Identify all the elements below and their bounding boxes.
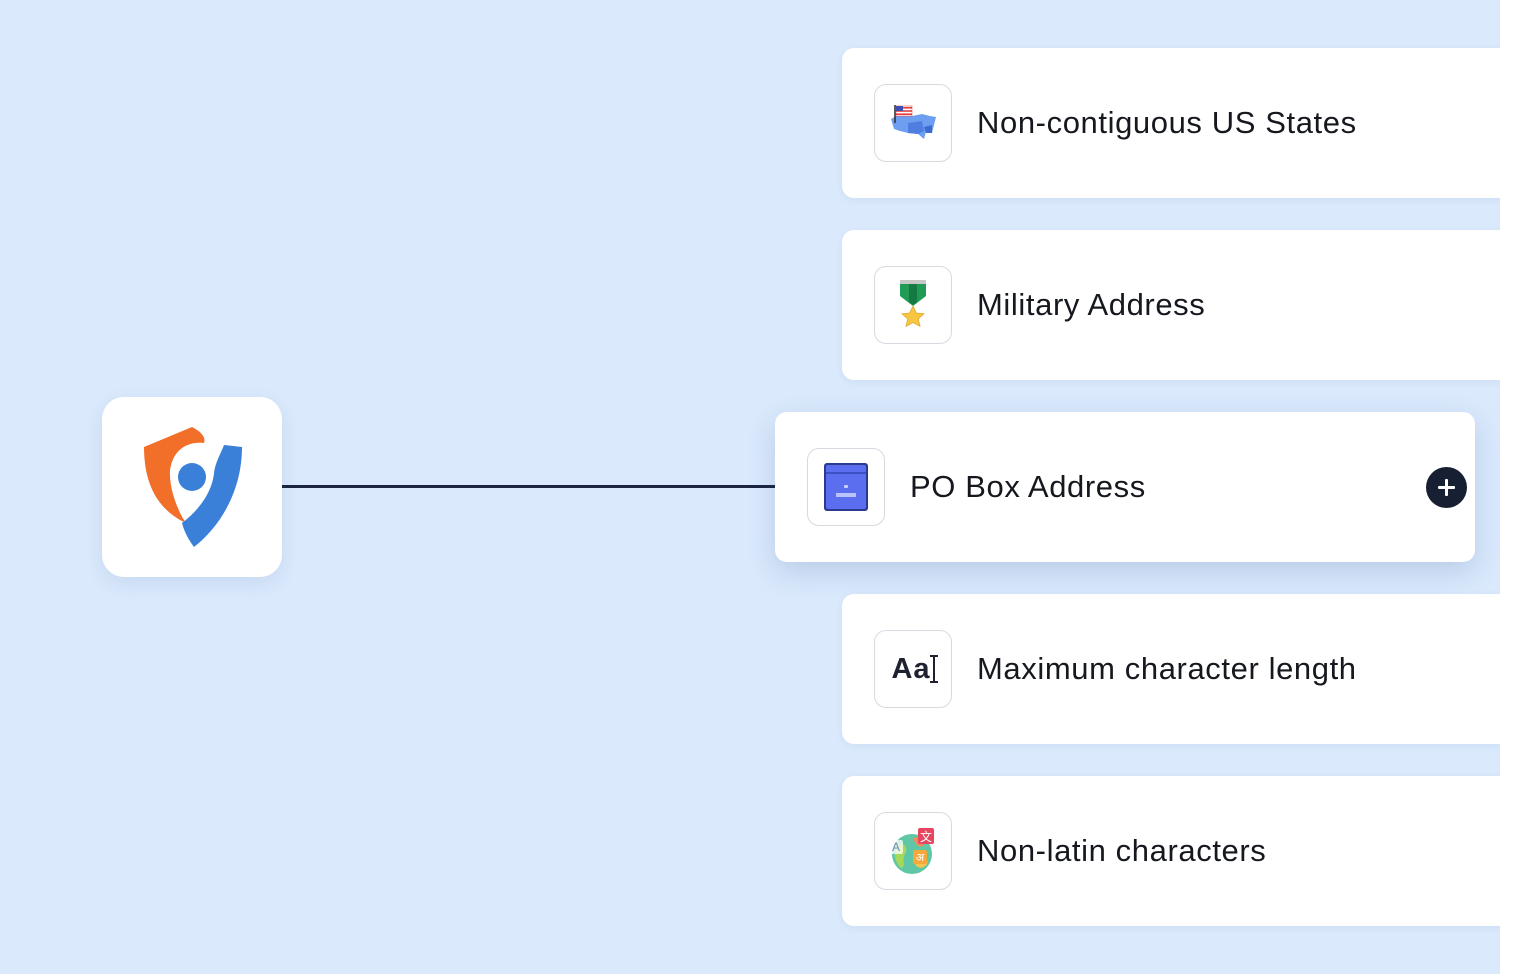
rule-label: Maximum character length: [977, 651, 1357, 686]
military-medal-icon: [900, 280, 926, 328]
rule-card-military-address[interactable]: Military Address: [842, 230, 1500, 380]
rule-label: Military Address: [977, 287, 1206, 322]
rule-icon-box: [874, 84, 952, 162]
rule-label: Non-latin characters: [977, 833, 1267, 868]
add-rule-button[interactable]: [1426, 467, 1467, 508]
rule-icon-box: A 文 अ: [874, 812, 952, 890]
mailbox-icon: [824, 463, 868, 511]
shield-location-icon: [144, 427, 242, 547]
translate-globe-icon: A 文 अ: [889, 828, 934, 874]
rule-icon-box: [807, 448, 885, 526]
svg-text:文: 文: [920, 829, 932, 844]
text-length-icon: Aa: [891, 653, 938, 686]
rule-card-max-char-length[interactable]: Aa Maximum character length: [842, 594, 1500, 744]
rule-label: Non-contiguous US States: [977, 105, 1357, 140]
rule-card-non-contiguous-states[interactable]: Non-contiguous US States: [842, 48, 1500, 198]
rule-icon-box: [874, 266, 952, 344]
rule-label: PO Box Address: [910, 469, 1146, 504]
connector-line: [282, 485, 776, 488]
rule-icon-box: Aa: [874, 630, 952, 708]
app-logo-tile[interactable]: [102, 397, 282, 577]
rule-card-po-box-address[interactable]: PO Box Address: [775, 412, 1475, 562]
rule-card-non-latin-chars[interactable]: A 文 अ Non-latin characters: [842, 776, 1500, 926]
workflow-canvas: Non-contiguous US States Military Addres…: [0, 0, 1500, 974]
svg-text:A: A: [892, 840, 900, 854]
svg-text:अ: अ: [916, 851, 925, 864]
us-map-flag-icon: [891, 105, 936, 139]
